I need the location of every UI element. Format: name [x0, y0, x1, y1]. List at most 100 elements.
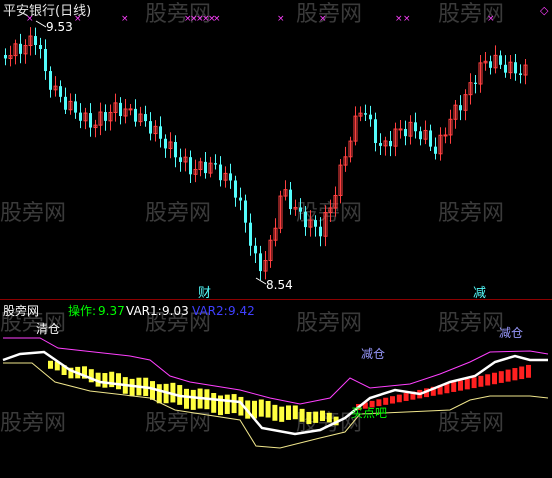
candle-body [64, 96, 67, 110]
bear-bar [129, 378, 135, 397]
signal-marker-icon: × [403, 14, 411, 24]
candle-body [4, 55, 7, 59]
candle-body [39, 45, 42, 50]
candle-body [398, 128, 403, 131]
signal-marker-icon: × [121, 14, 129, 24]
candle-body [164, 138, 167, 149]
candle-body [89, 113, 92, 128]
watermark-text: 股旁网 [438, 411, 504, 436]
chart-title: 平安银行(日线) [3, 4, 91, 19]
bull-bar [478, 375, 484, 387]
candle-body [159, 126, 162, 139]
bear-bar [279, 406, 285, 422]
candle-body [214, 163, 217, 165]
bear-bar [299, 408, 305, 422]
signal-marker-icon: × [213, 14, 221, 24]
watermark-text: 股旁网 [0, 411, 66, 436]
candle-body [319, 226, 322, 237]
candle-body [419, 131, 422, 140]
bear-bar [184, 388, 189, 409]
chart-canvas[interactable]: 股旁网 股旁网 股旁网股旁网 股旁网 股旁网 股旁网股旁网 股旁网 股旁网 股旁网股旁网 股旁网股… [0, 0, 552, 474]
candle-body [49, 71, 52, 90]
bear-bar [286, 405, 291, 420]
candle-body [189, 157, 192, 175]
bear-bar [211, 393, 217, 413]
caozuo-value: 9.37 [98, 304, 125, 318]
bull-bar [519, 366, 525, 380]
candle-body [59, 86, 62, 97]
bear-bar [218, 395, 223, 416]
bull-bar [396, 394, 402, 403]
watermark-text: 股旁网 [296, 311, 362, 336]
bear-bar [48, 360, 53, 369]
jiancang-right-label: 减仓 [499, 326, 523, 340]
candle-body [204, 161, 207, 174]
bear-bar [190, 389, 196, 410]
candle-body [104, 112, 107, 121]
bull-bar [471, 377, 477, 389]
signal-marker-icon: × [487, 14, 495, 24]
candle-body [504, 64, 507, 73]
bear-bar [116, 373, 121, 390]
candle-body [244, 200, 247, 223]
bull-bar [383, 397, 389, 405]
candle-body [44, 49, 47, 72]
var2-label: VAR2: [192, 304, 228, 318]
candle-body [79, 112, 82, 121]
candle-body [229, 173, 232, 181]
high-pointer [35, 20, 47, 28]
bear-bar [265, 400, 271, 418]
candle-body [459, 105, 462, 111]
bear-bar [156, 384, 162, 404]
candle-body [34, 36, 37, 46]
candle-body [429, 130, 432, 147]
candle-body [299, 207, 302, 212]
watermark-text: 股旁网 [0, 201, 66, 226]
candle-body [489, 61, 492, 68]
bull-bar [403, 393, 409, 401]
var1-label: VAR1: [126, 304, 162, 318]
bear-bar [102, 373, 108, 388]
jiancang-mid-label: 减仓 [361, 347, 385, 361]
bull-bar [464, 378, 470, 390]
candle-body [414, 122, 417, 132]
watermark-text: 股旁网 [438, 311, 504, 336]
signal-cai: 财 [198, 286, 211, 301]
caozuo-label: 操作: [68, 303, 96, 318]
bull-bar [492, 372, 497, 385]
bull-bar [505, 369, 511, 382]
watermark-text: 股旁网 [296, 2, 362, 27]
candle-body [369, 114, 372, 120]
watermark-text: 股旁网 [145, 411, 211, 436]
candlestick-series [4, 27, 528, 281]
signal-markers: × × × ×××××× × × × × × [26, 14, 495, 24]
indicator-name: 股旁网 [3, 303, 39, 318]
candle-body [219, 164, 222, 181]
candle-body [128, 108, 133, 111]
candle-body [149, 121, 152, 134]
corner-diamond-icon[interactable]: ◇ [540, 4, 549, 17]
signal-marker-icon: × [277, 14, 285, 24]
signal-marker-icon: × [319, 14, 327, 24]
candle-body [304, 211, 307, 228]
var2-value: 9.42 [228, 304, 255, 318]
watermark-text: 股旁网 [145, 201, 211, 226]
signal-jian: 减 [473, 286, 486, 301]
candle-body [499, 55, 502, 65]
candle-body [389, 140, 392, 147]
candle-body [374, 119, 377, 144]
candle-body [364, 113, 367, 115]
candle-body [443, 134, 448, 137]
bull-bar [498, 371, 504, 383]
watermark-text: 股旁网 [438, 201, 504, 226]
candle-body [174, 141, 177, 158]
bull-bar [512, 368, 518, 381]
candle-body [514, 62, 517, 74]
bear-bar [258, 399, 264, 417]
candle-body [74, 101, 77, 113]
chart-window: 股旁网 股旁网 股旁网 股旁网 股旁网 股旁网 股旁网 股旁网 股旁网 股旁网 股旁网 股旁网 股旁网股… [0, 0, 552, 474]
bull-bar [390, 396, 395, 404]
candle-body [379, 143, 382, 146]
candle-body [234, 180, 237, 198]
bull-bar [485, 374, 491, 386]
